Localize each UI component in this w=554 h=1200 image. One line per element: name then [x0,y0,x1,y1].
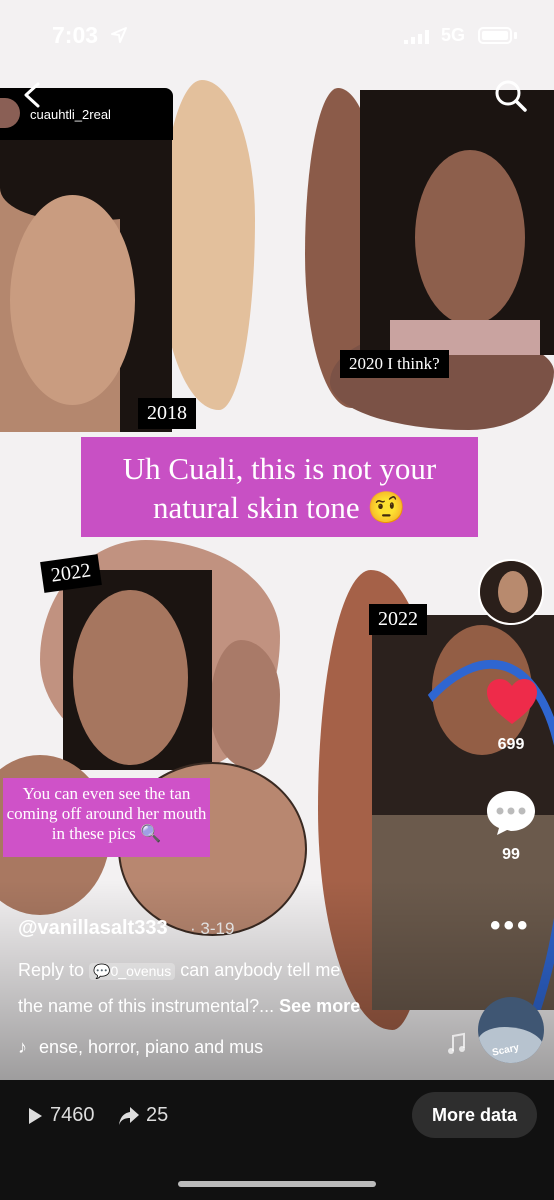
year-tag-2022-right: 2022 [369,604,427,635]
creator-avatar[interactable] [478,559,544,625]
more-options-icon[interactable]: ••• [490,909,531,943]
home-indicator [178,1181,376,1187]
comment-count: 99 [502,846,520,863]
reply-text: can anybody tell me [180,960,341,980]
year-tag-2018: 2018 [138,398,196,429]
play-count: 7460 [50,1104,95,1126]
music-ticker[interactable]: ♪ ense, horror, piano and mus [18,1037,263,1058]
location-arrow-icon [111,27,127,43]
music-note-small-icon: ♪ [18,1037,27,1057]
reply-user-chip[interactable]: 💬0_ovenus [89,962,176,980]
photo-2018 [0,140,172,432]
caption-line-2: the name of this instrumental?... See mo… [18,996,360,1017]
pink-note: You can even see the tan coming off arou… [3,778,210,857]
play-icon [29,1108,42,1124]
like-count: 699 [497,736,525,753]
music-note-icon [448,1032,465,1054]
comment-bubble-icon[interactable] [485,789,537,837]
post-date: · 3-19 [190,919,235,938]
skin-swatch-blob [160,80,255,410]
battery-tip [514,32,517,39]
year-tag-2020: 2020 I think? [340,350,449,378]
username[interactable]: @vanillasalt333 [18,917,168,940]
photo-2020 [360,90,554,355]
caption-text: the name of this instrumental?... [18,996,275,1016]
search-icon[interactable] [494,79,528,113]
signal-icon [404,30,429,44]
photo-2022-left [63,570,212,770]
back-chevron-icon[interactable] [22,82,44,108]
stitched-handle: cuauhtli_2real [30,107,111,122]
clock: 7:03 [52,22,99,48]
network-type: 5G [441,25,466,45]
reply-prefix: Reply to [18,960,85,980]
status-bar: 7:03 5G [0,0,554,70]
like-heart-icon[interactable] [486,678,538,726]
music-title: ense, horror, piano and mus [39,1037,264,1057]
caption-line-1: Reply to 💬0_ovenus can anybody tell me [18,960,340,981]
share-arrow-icon [119,1107,139,1125]
more-data-button[interactable]: More data [412,1092,537,1138]
battery-icon [478,27,512,44]
caption-banner: Uh Cuali, this is not your natural skin … [81,437,478,537]
share-count: 25 [146,1104,169,1126]
see-more-link[interactable]: See more [279,996,360,1016]
